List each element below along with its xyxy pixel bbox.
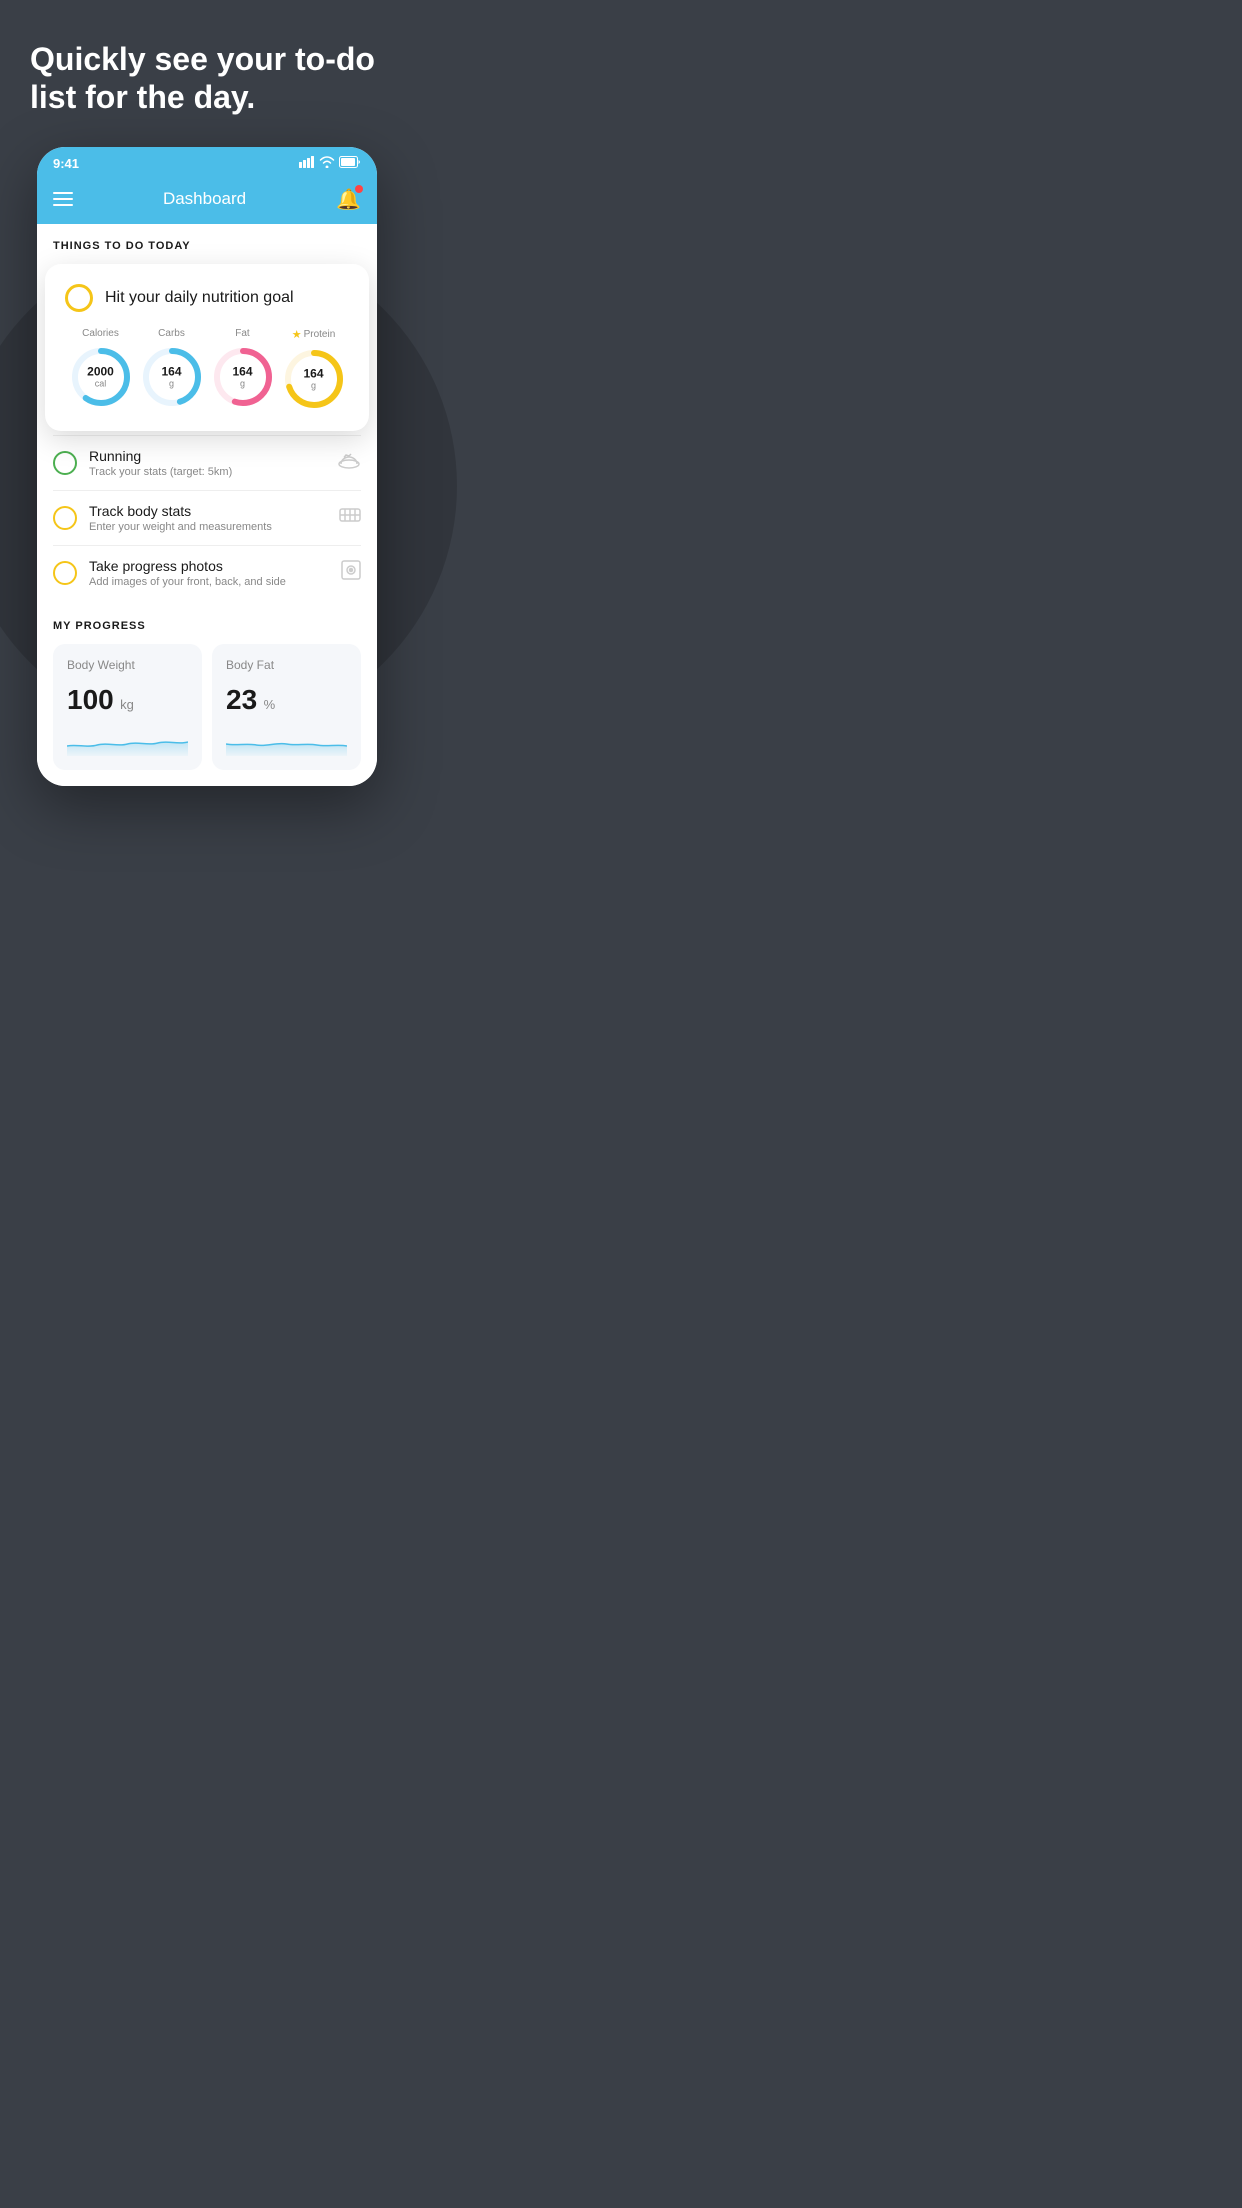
body-fat-value-row: 23 % (226, 684, 347, 716)
things-section-title: THINGS TO DO TODAY (53, 240, 361, 252)
todo-item-progress-photos[interactable]: Take progress photos Add images of your … (53, 545, 361, 600)
running-text: Running Track your stats (target: 5km) (89, 448, 325, 478)
nutrition-card-title: Hit your daily nutrition goal (105, 289, 294, 307)
body-stats-check-circle (53, 506, 77, 530)
protein-value: 164 (303, 367, 323, 380)
running-check-circle (53, 451, 77, 475)
body-fat-chart (226, 726, 347, 756)
notification-button[interactable]: 🔔 (336, 187, 361, 212)
protein-label: ★Protein (292, 328, 336, 341)
carbs-donut: 164 g (140, 345, 204, 409)
content-area: THINGS TO DO TODAY Hit your daily nutrit… (37, 224, 377, 600)
body-weight-value: 100 (67, 684, 114, 715)
signal-icon (299, 156, 315, 171)
body-fat-value: 23 (226, 684, 257, 715)
nutrition-card-header: Hit your daily nutrition goal (65, 284, 349, 312)
progress-cards: Body Weight 100 kg (53, 644, 361, 770)
calories-donut: 2000 cal (69, 345, 133, 409)
body-stats-title: Track body stats (89, 503, 327, 519)
protein-item: ★Protein 164 g (282, 328, 346, 411)
page-background: Quickly see your to-do list for the day.… (0, 0, 414, 816)
body-fat-unit: % (264, 697, 276, 712)
running-title: Running (89, 448, 325, 464)
todo-list: Running Track your stats (target: 5km) (53, 435, 361, 600)
body-fat-card-title: Body Fat (226, 658, 347, 672)
body-fat-card[interactable]: Body Fat 23 % (212, 644, 361, 770)
carbs-value: 164 (161, 365, 181, 378)
protein-unit: g (303, 380, 323, 390)
carbs-unit: g (161, 378, 181, 388)
todo-item-body-stats[interactable]: Track body stats Enter your weight and m… (53, 490, 361, 545)
body-weight-chart (67, 726, 188, 756)
fat-label: Fat (235, 328, 249, 339)
status-bar: 9:41 (37, 147, 377, 179)
progress-section: MY PROGRESS Body Weight 100 kg (37, 600, 377, 786)
hamburger-menu[interactable] (53, 192, 73, 206)
todo-item-running[interactable]: Running Track your stats (target: 5km) (53, 435, 361, 490)
status-time: 9:41 (53, 156, 79, 171)
progress-photos-title: Take progress photos (89, 558, 329, 574)
phone-mockup: 9:41 (37, 147, 377, 786)
progress-photos-icon (341, 560, 361, 585)
body-stats-text: Track body stats Enter your weight and m… (89, 503, 327, 533)
progress-photos-subtitle: Add images of your front, back, and side (89, 576, 329, 588)
fat-donut: 164 g (211, 345, 275, 409)
calories-item: Calories 2000 cal (69, 328, 133, 409)
body-stats-icon (339, 506, 361, 529)
progress-photos-check-circle (53, 561, 77, 585)
running-subtitle: Track your stats (target: 5km) (89, 466, 325, 478)
calories-value: 2000 (87, 365, 114, 378)
hero-title: Quickly see your to-do list for the day. (30, 40, 384, 117)
nutrition-check-circle[interactable] (65, 284, 93, 312)
carbs-label: Carbs (158, 328, 185, 339)
nutrition-card: Hit your daily nutrition goal Calories (45, 264, 369, 431)
nav-bar: Dashboard 🔔 (37, 179, 377, 224)
star-icon: ★ (292, 328, 302, 341)
calories-label: Calories (82, 328, 119, 339)
fat-item: Fat 164 g (211, 328, 275, 409)
body-weight-value-row: 100 kg (67, 684, 188, 716)
fat-unit: g (232, 378, 252, 388)
calories-unit: cal (87, 378, 114, 388)
carbs-item: Carbs 164 g (140, 328, 204, 409)
running-icon (337, 451, 361, 474)
hero-section: Quickly see your to-do list for the day. (0, 0, 414, 147)
battery-icon (339, 156, 361, 171)
protein-donut: 164 g (282, 347, 346, 411)
phone-container: 9:41 (0, 147, 414, 816)
body-stats-subtitle: Enter your weight and measurements (89, 521, 327, 533)
fat-value: 164 (232, 365, 252, 378)
nutrition-circles: Calories 2000 cal (65, 328, 349, 411)
body-weight-unit: kg (120, 697, 134, 712)
progress-photos-text: Take progress photos Add images of your … (89, 558, 329, 588)
notification-dot (355, 185, 363, 193)
nav-title: Dashboard (163, 189, 246, 209)
progress-section-title: MY PROGRESS (53, 620, 361, 632)
status-icons (299, 156, 361, 171)
body-weight-card-title: Body Weight (67, 658, 188, 672)
wifi-icon (319, 156, 335, 171)
body-weight-card[interactable]: Body Weight 100 kg (53, 644, 202, 770)
